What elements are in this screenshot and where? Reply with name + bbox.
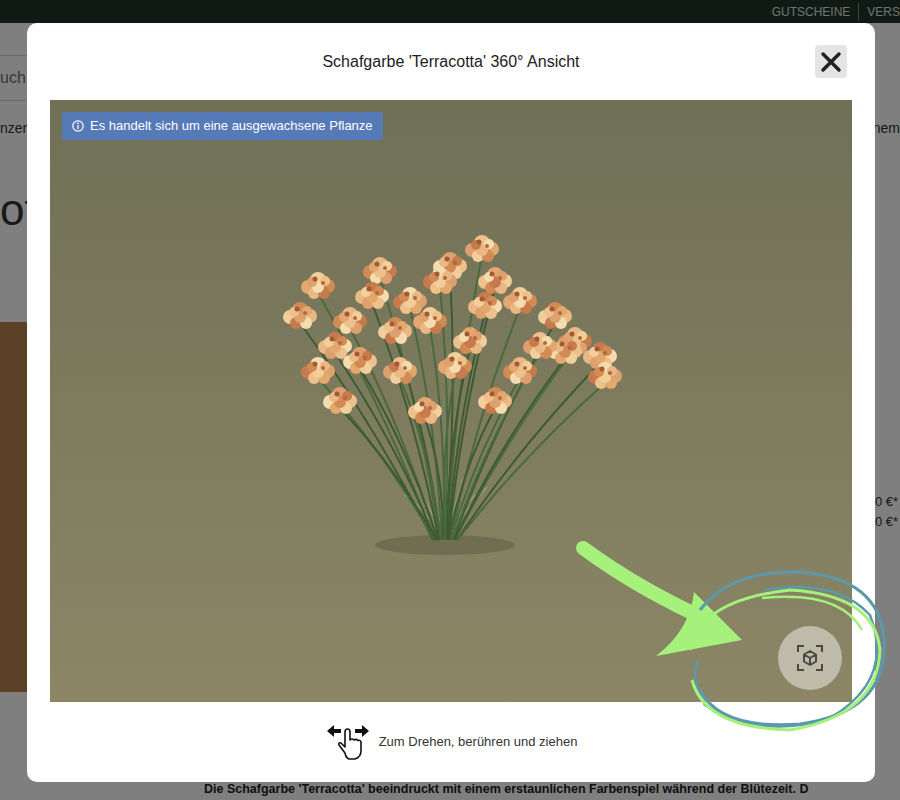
drag-hand-icon — [325, 723, 371, 761]
viewer[interactable]: Es handelt sich um eine ausgewachsene Pf… — [50, 100, 852, 702]
dialog: Schafgarbe 'Terracotta' 360° Ansicht Es h… — [27, 23, 875, 782]
info-icon — [72, 120, 84, 132]
close-icon — [819, 50, 843, 74]
cube-icon — [795, 643, 825, 673]
hint-row: Zum Drehen, berühren und ziehen — [27, 702, 875, 782]
screen: GUTSCHEINEVERSuchnzernemot0 €*0 €*Die Sc… — [0, 0, 900, 800]
dialog-header: Schafgarbe 'Terracotta' 360° Ansicht — [27, 23, 875, 100]
info-badge: Es handelt sich um eine ausgewachsene Pf… — [62, 112, 383, 140]
close-button[interactable] — [815, 45, 847, 78]
dialog-title: Schafgarbe 'Terracotta' 360° Ansicht — [87, 50, 815, 74]
ar-button[interactable] — [778, 626, 842, 690]
hint-text: Zum Drehen, berühren und ziehen — [379, 732, 578, 752]
annotation-arrow-icon — [0, 0, 900, 800]
plant-model[interactable] — [50, 100, 852, 702]
